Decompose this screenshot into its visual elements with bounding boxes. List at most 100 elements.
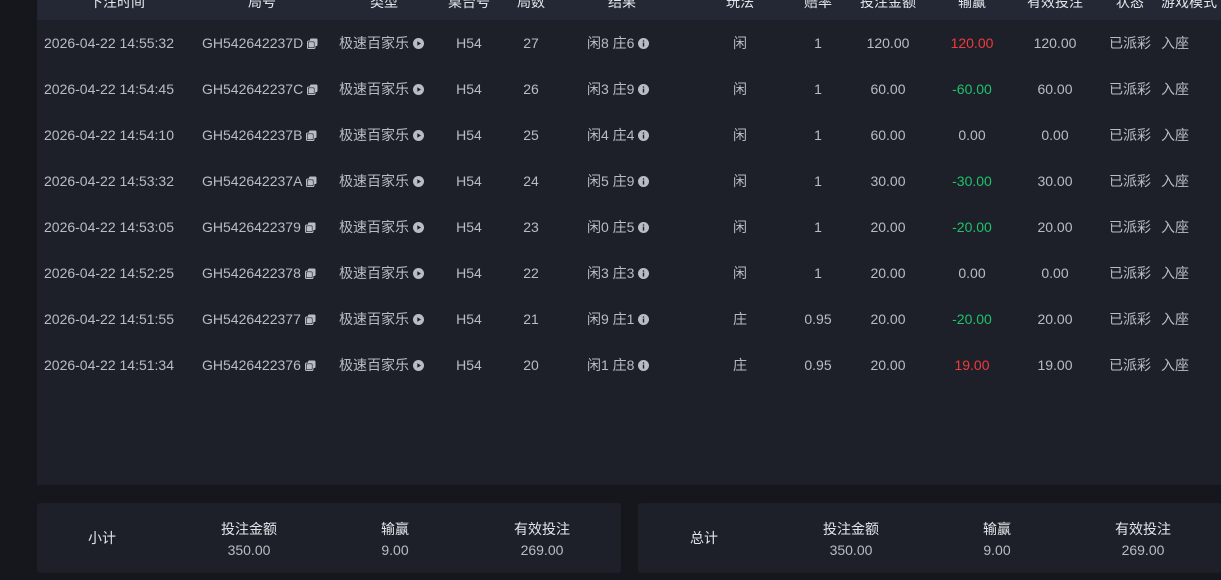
cell-result[interactable]: 闲3 庄9: [587, 66, 662, 112]
cell-type-text: 极速百家乐: [339, 219, 409, 235]
cell-type[interactable]: 极速百家乐: [339, 296, 434, 342]
play-icon[interactable]: [413, 221, 424, 233]
subtotal-bet-label: 投注金额: [221, 521, 277, 537]
cell-result[interactable]: 闲3 庄3: [587, 250, 662, 296]
cell-status-text: 已派彩: [1109, 311, 1151, 327]
subtotal-win-label: 输赢: [381, 521, 409, 537]
cell-play-text: 庄: [733, 357, 747, 373]
cell-odds: 1: [788, 20, 848, 66]
cell-round-text: 26: [523, 81, 539, 97]
cell-result[interactable]: 闲4 庄4: [587, 112, 662, 158]
cell-table: H54: [439, 204, 499, 250]
copy-icon[interactable]: [306, 176, 317, 187]
cell-win-loss-text: -30.00: [952, 173, 992, 189]
cell-type[interactable]: 极速百家乐: [339, 250, 434, 296]
info-icon[interactable]: [638, 267, 650, 279]
info-icon[interactable]: [638, 83, 650, 95]
cell-type[interactable]: 极速百家乐: [339, 66, 434, 112]
cell-play: 庄: [710, 342, 770, 388]
copy-icon[interactable]: [304, 222, 316, 233]
copy-icon[interactable]: [307, 38, 318, 49]
cell-bet-amount-text: 20.00: [870, 265, 906, 281]
cell-win-loss: 0.00: [932, 112, 1012, 158]
cell-table-text: H54: [456, 219, 482, 235]
cell-round-id: GH5426422377: [202, 296, 332, 342]
table-row: 2026-04-22 14:55:32 GH542642237D 极速百家乐 H54 2…: [37, 20, 1221, 66]
cell-result[interactable]: 闲1 庄8: [587, 342, 662, 388]
cell-result-text: 闲5 庄9: [587, 173, 635, 189]
info-icon[interactable]: [638, 37, 650, 49]
cell-result[interactable]: 闲5 庄9: [587, 158, 662, 204]
cell-game-mode-text: 入座: [1161, 357, 1189, 373]
cell-result[interactable]: 闲9 庄1: [587, 296, 662, 342]
header-table: 桌台号: [448, 0, 490, 10]
cell-game-mode: 入座: [1161, 250, 1221, 296]
cell-type[interactable]: 极速百家乐: [339, 20, 434, 66]
play-icon[interactable]: [413, 37, 424, 49]
cell-round-id: GH5426422378: [202, 250, 332, 296]
cell-status-text: 已派彩: [1109, 35, 1151, 51]
subtotal-valid: 有效投注 269.00: [502, 519, 582, 560]
cell-table: H54: [439, 342, 499, 388]
cell-table: H54: [439, 158, 499, 204]
cell-bet-amount-text: 30.00: [870, 173, 906, 189]
cell-round: 22: [505, 250, 557, 296]
table-row: 2026-04-22 14:51:34 GH5426422376 极速百家乐 H54 2…: [37, 342, 1221, 388]
cell-status-text: 已派彩: [1109, 127, 1151, 143]
play-icon[interactable]: [413, 267, 424, 279]
cell-result[interactable]: 闲8 庄6: [587, 20, 662, 66]
table-row: 2026-04-22 14:51:55 GH5426422377 极速百家乐 H54 2…: [37, 296, 1221, 342]
cell-valid-bet: 120.00: [1015, 20, 1095, 66]
copy-icon[interactable]: [304, 360, 316, 371]
total-win: 输赢 9.00: [957, 519, 1037, 560]
info-icon[interactable]: [638, 313, 650, 325]
copy-icon[interactable]: [306, 130, 317, 141]
cell-play-text: 闲: [733, 81, 747, 97]
play-icon[interactable]: [413, 129, 424, 141]
cell-type[interactable]: 极速百家乐: [339, 204, 434, 250]
cell-play: 闲: [710, 20, 770, 66]
play-icon[interactable]: [413, 313, 424, 325]
cell-bet-amount: 60.00: [848, 66, 928, 112]
cell-round-id-text: GH542642237B: [202, 127, 303, 143]
cell-bet-amount: 20.00: [848, 204, 928, 250]
copy-icon[interactable]: [304, 314, 316, 325]
copy-icon[interactable]: [304, 268, 316, 279]
cell-bet-amount-text: 20.00: [870, 311, 906, 327]
cell-odds: 1: [788, 158, 848, 204]
play-icon[interactable]: [413, 359, 424, 371]
info-icon[interactable]: [638, 129, 650, 141]
cell-bet-time-text: 2026-04-22 14:51:34: [44, 357, 174, 373]
cell-result[interactable]: 闲0 庄5: [587, 204, 662, 250]
cell-play-text: 庄: [733, 311, 747, 327]
cell-round-id: GH542642237D: [202, 20, 332, 66]
cell-win-loss-text: 19.00: [954, 357, 990, 373]
cell-type[interactable]: 极速百家乐: [339, 342, 434, 388]
copy-icon[interactable]: [307, 84, 318, 95]
cell-odds: 1: [788, 112, 848, 158]
cell-round-id: GH542642237B: [202, 112, 332, 158]
cell-game-mode-text: 入座: [1161, 173, 1189, 189]
info-icon[interactable]: [638, 175, 650, 187]
cell-bet-time: 2026-04-22 14:51:34: [44, 342, 194, 388]
play-icon[interactable]: [413, 83, 424, 95]
cell-status-text: 已派彩: [1109, 173, 1151, 189]
cell-type-text: 极速百家乐: [339, 357, 409, 373]
cell-win-loss: -20.00: [932, 296, 1012, 342]
cell-valid-bet: 30.00: [1015, 158, 1095, 204]
play-icon[interactable]: [413, 175, 424, 187]
table-row: 2026-04-22 14:52:25 GH5426422378 极速百家乐 H54 2…: [37, 250, 1221, 296]
cell-odds-text: 1: [814, 265, 822, 281]
header-status: 状态: [1116, 0, 1144, 10]
cell-game-mode-text: 入座: [1161, 265, 1189, 281]
cell-bet-time-text: 2026-04-22 14:53:05: [44, 219, 174, 235]
cell-round: 24: [505, 158, 557, 204]
info-icon[interactable]: [638, 221, 650, 233]
header-result: 结果: [608, 0, 636, 10]
cell-type[interactable]: 极速百家乐: [339, 158, 434, 204]
cell-round: 26: [505, 66, 557, 112]
info-icon[interactable]: [638, 359, 650, 371]
cell-type[interactable]: 极速百家乐: [339, 112, 434, 158]
cell-valid-bet: 20.00: [1015, 296, 1095, 342]
header-valid-bet: 有效投注: [1027, 0, 1083, 10]
